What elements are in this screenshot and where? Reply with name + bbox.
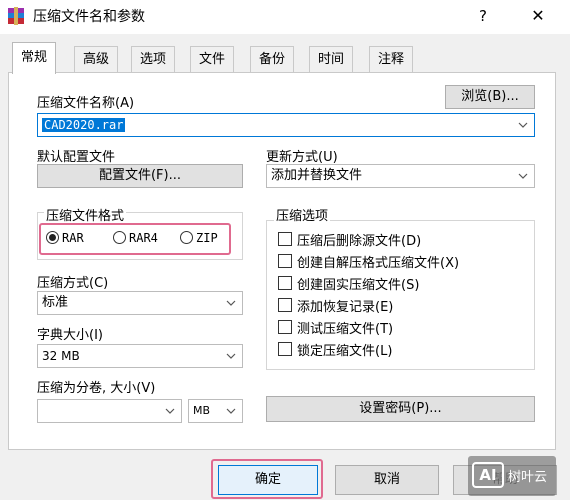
window-title: 压缩文件名和参数 [33,9,145,25]
watermark-logo: AI [472,462,504,488]
default-profile-label: 默认配置文件 [37,150,116,165]
chevron-down-icon[interactable] [226,292,236,314]
option-create-solid[interactable]: 创建固实压缩文件(S) [278,274,419,293]
checkbox-icon [278,298,292,312]
option-recovery-record[interactable]: 添加恢复记录(E) [278,296,393,315]
browse-button[interactable]: 浏览(B)... [445,85,535,109]
split-volume-label: 压缩为分卷, 大小(V) [37,381,156,396]
profiles-button[interactable]: 配置文件(F)... [37,164,243,188]
chevron-down-icon[interactable] [226,400,236,422]
checkbox-icon [278,254,292,268]
archive-format-label: 压缩文件格式 [44,205,127,224]
format-rar-radio[interactable]: RAR [46,230,84,245]
option-test-archive[interactable]: 测试压缩文件(T) [278,318,393,337]
tab-advanced[interactable]: 高级 [74,46,119,73]
checkbox-icon [278,320,292,334]
tab-options[interactable]: 选项 [131,46,176,73]
tab-comment[interactable]: 注释 [369,46,414,73]
option-create-sfx[interactable]: 创建自解压格式压缩文件(X) [278,252,459,271]
set-password-button[interactable]: 设置密码(P)... [266,396,535,422]
dictionary-size-label: 字典大小(I) [37,328,103,343]
checkbox-icon [278,232,292,246]
chevron-down-icon[interactable] [518,165,528,187]
help-question-button[interactable]: ? [470,3,496,29]
dictionary-size-select[interactable]: 32 MB [37,344,243,368]
dictionary-size-value: 32 MB [42,349,80,363]
update-mode-label: 更新方式(U) [266,150,338,165]
option-lock-archive[interactable]: 锁定压缩文件(L) [278,340,392,359]
radio-checked-icon [46,231,59,244]
split-unit-select[interactable]: MB [188,399,243,423]
chevron-down-icon[interactable] [165,400,175,422]
archive-name-value: CAD2020.rar [42,118,126,132]
option-delete-after[interactable]: 压缩后删除源文件(D) [278,230,421,249]
checkbox-icon [278,342,292,356]
chevron-down-icon[interactable] [518,114,528,136]
format-zip-radio[interactable]: ZIP [180,230,218,245]
split-unit-value: MB [193,404,211,417]
checkbox-icon [278,276,292,290]
tab-general[interactable]: 常规 [12,42,57,74]
winrar-app-icon [6,6,26,26]
archive-options-label: 压缩选项 [274,205,331,224]
watermark-text: 树叶云 [508,470,548,485]
tab-time[interactable]: 时间 [309,46,354,73]
update-mode-select[interactable]: 添加并替换文件 [266,164,535,188]
tab-backup[interactable]: 备份 [250,46,295,73]
chevron-down-icon[interactable] [226,345,236,367]
split-size-combo[interactable] [37,399,182,423]
update-mode-value: 添加并替换文件 [271,168,363,183]
compression-method-select[interactable]: 标准 [37,291,243,315]
tab-files[interactable]: 文件 [190,46,235,73]
radio-icon [113,231,126,244]
archive-name-label: 压缩文件名称(A) [37,96,135,111]
archive-name-combo[interactable]: CAD2020.rar [37,113,535,137]
compression-method-label: 压缩方式(C) [37,276,109,291]
watermark-overlay: AI 树叶云 [468,456,556,496]
format-rar4-radio[interactable]: RAR4 [113,230,158,245]
compression-method-value: 标准 [42,295,69,310]
cancel-button[interactable]: 取消 [335,465,439,495]
radio-icon [180,231,193,244]
close-button[interactable]: ✕ [523,3,553,29]
ok-button[interactable]: 确定 [218,465,318,495]
